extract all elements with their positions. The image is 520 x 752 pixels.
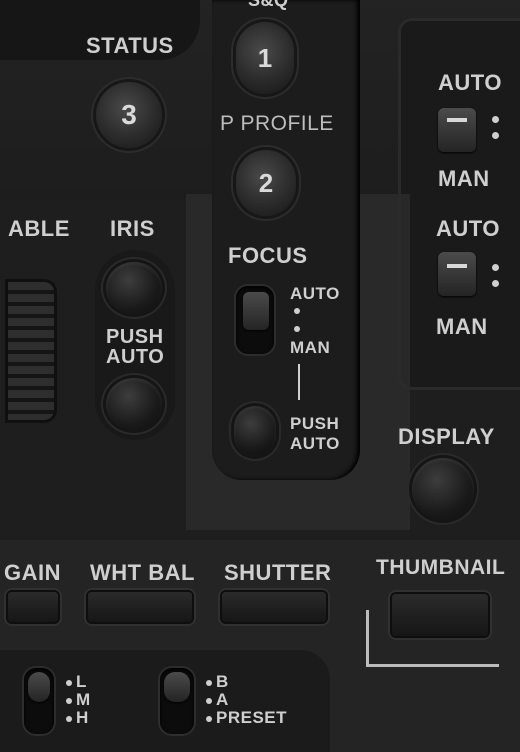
iris-button[interactable] xyxy=(106,262,162,314)
iris-label: IRIS xyxy=(110,216,155,241)
shutter-label: SHUTTER xyxy=(224,560,332,585)
focus-label: FOCUS xyxy=(228,243,308,268)
wb-dot-preset xyxy=(206,716,212,722)
focus-man-dot xyxy=(294,326,300,332)
right-switch-2-man-label: MAN xyxy=(436,314,488,339)
focus-auto-label: AUTO xyxy=(290,284,340,303)
wb-dot-b xyxy=(206,680,212,686)
p-profile-button-number: 2 xyxy=(258,168,274,198)
iris-auto-label: AUTO xyxy=(106,346,165,368)
gain-m-label: M xyxy=(76,690,91,709)
status-label: STATUS xyxy=(86,33,174,58)
p-profile-label: P PROFILE xyxy=(220,112,334,135)
thumbnail-label: THUMBNAIL xyxy=(376,556,506,579)
display-button[interactable] xyxy=(412,458,474,520)
focus-auto-dot xyxy=(294,308,300,314)
status-button-number: 3 xyxy=(121,99,137,130)
right-switch-2-dot-b xyxy=(492,280,499,287)
right-switch-2[interactable] xyxy=(438,252,476,296)
gain-dot-l xyxy=(66,680,72,686)
focus-switch[interactable] xyxy=(243,292,269,330)
right-switch-2-dot-a xyxy=(492,264,499,271)
right-switch-1-man-label: MAN xyxy=(438,166,490,191)
scroll-wheel[interactable] xyxy=(8,282,54,420)
able-label: ABLE xyxy=(8,216,70,241)
gain-switch[interactable] xyxy=(28,672,50,702)
right-switch-2-line xyxy=(447,264,467,268)
focus-divider xyxy=(298,364,300,400)
sq-button-number: 1 xyxy=(257,43,273,73)
wb-b-label: B xyxy=(216,672,229,691)
shutter-button[interactable] xyxy=(222,592,326,622)
wb-switch[interactable] xyxy=(164,672,190,702)
p-profile-button[interactable]: 2 xyxy=(236,150,296,216)
sq-label-partial: S&Q xyxy=(248,0,289,10)
wb-a-label: A xyxy=(216,690,229,709)
right-switch-1-auto-label: AUTO xyxy=(438,70,502,95)
focus-man-label: MAN xyxy=(290,338,331,357)
gain-dot-m xyxy=(66,698,72,704)
iris-push-auto-button[interactable] xyxy=(106,378,162,430)
thumbnail-bracket xyxy=(366,610,499,667)
sq-button[interactable]: 1 xyxy=(236,22,294,94)
right-switch-1[interactable] xyxy=(438,108,476,152)
gain-label: GAIN xyxy=(4,560,61,585)
right-switch-1-dot-a xyxy=(492,116,499,123)
gain-h-label: H xyxy=(76,708,89,727)
wht-bal-label: WHT BAL xyxy=(90,560,195,585)
focus-push-auto-button[interactable] xyxy=(234,406,276,456)
wb-dot-a xyxy=(206,698,212,704)
gain-button[interactable] xyxy=(8,592,58,622)
wht-bal-button[interactable] xyxy=(88,592,192,622)
right-switch-1-dot-b xyxy=(492,132,499,139)
focus-auto2-label: AUTO xyxy=(290,434,340,453)
status-button[interactable]: 3 xyxy=(96,82,162,148)
gain-l-label: L xyxy=(76,672,87,691)
focus-push-label: PUSH xyxy=(290,414,340,433)
wb-preset-label: PRESET xyxy=(216,708,288,727)
gain-dot-h xyxy=(66,716,72,722)
right-switch-1-line xyxy=(447,118,467,122)
right-switch-2-auto-label: AUTO xyxy=(436,216,500,241)
display-label: DISPLAY xyxy=(398,424,495,449)
